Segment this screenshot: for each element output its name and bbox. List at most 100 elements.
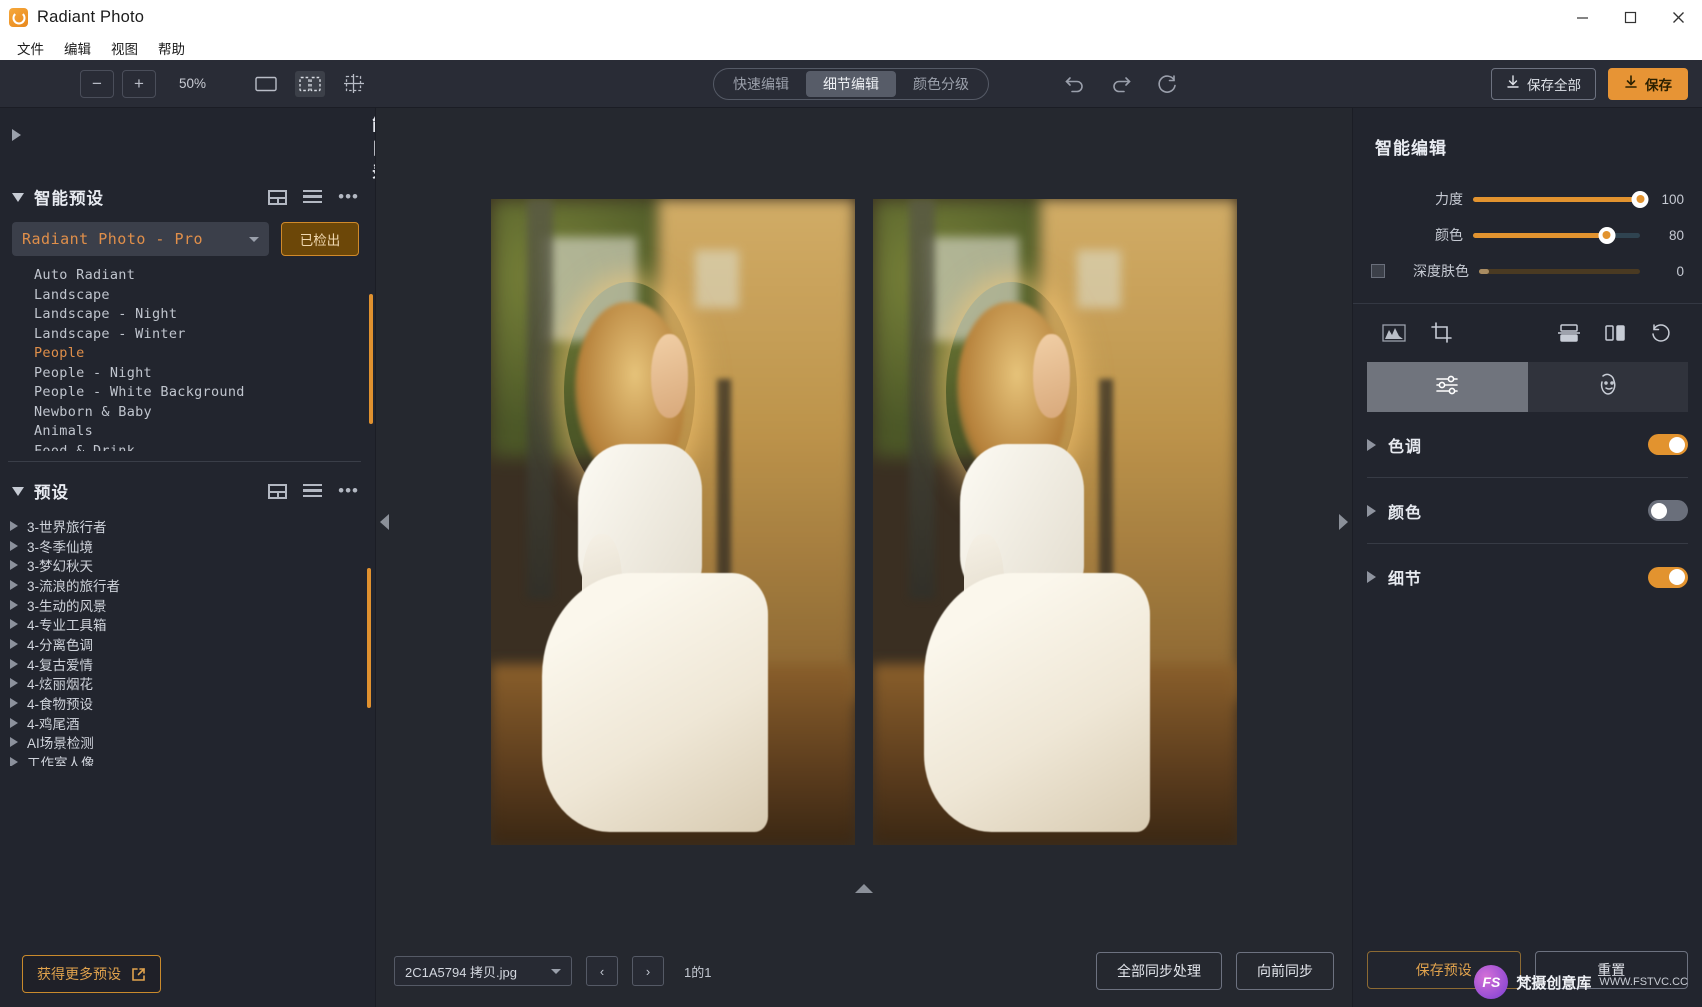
menu-help[interactable]: 帮助: [149, 36, 194, 60]
list-view-icon[interactable]: [303, 189, 323, 205]
menu-file[interactable]: 文件: [8, 36, 53, 60]
portrait-tab[interactable]: [1527, 362, 1688, 412]
histogram-icon[interactable]: [1381, 321, 1407, 345]
toolbar: − + 50% 快速编辑 细节编辑 颜色分级 保存全部 保存: [0, 60, 1702, 108]
tab-color-grading[interactable]: 颜色分级: [896, 71, 986, 97]
list-item[interactable]: Food & Drink: [34, 442, 375, 452]
previous-image-button[interactable]: ‹: [586, 956, 618, 986]
section-detail[interactable]: 细节: [1367, 544, 1688, 610]
grid-view-icon[interactable]: [268, 189, 288, 205]
save-all-button[interactable]: 保存全部: [1491, 67, 1596, 100]
list-item[interactable]: Newborn & Baby: [34, 403, 375, 423]
maximize-button[interactable]: [1606, 0, 1654, 35]
list-item[interactable]: 工作室人像: [10, 752, 375, 766]
tab-detail-edit[interactable]: 细节编辑: [806, 70, 896, 97]
chevron-right-icon: [10, 540, 18, 551]
title-bar: Radiant Photo: [0, 0, 1702, 35]
sync-all-button[interactable]: 全部同步处理: [1096, 952, 1222, 990]
color-toggle[interactable]: [1648, 500, 1688, 521]
zoom-in-button[interactable]: +: [122, 69, 156, 98]
list-item[interactable]: People - White Background: [34, 383, 375, 403]
list-item[interactable]: People - Night: [34, 364, 375, 384]
list-item[interactable]: 3-流浪的旅行者: [10, 575, 375, 595]
list-item[interactable]: 3-梦幻秋天: [10, 555, 375, 575]
undo-icon[interactable]: [1063, 72, 1087, 96]
smart-preset-scrollbar[interactable]: [369, 294, 373, 424]
smart-preset-list[interactable]: Auto Radiant Landscape Landscape - Night…: [0, 266, 375, 451]
main-body: 功能目录 智能预设 ••• Radiant Photo - Pro 已检出: [0, 108, 1702, 1007]
list-item-label: 4-食物预设: [27, 697, 94, 713]
filmstrip-toggle-arrow[interactable]: [855, 884, 873, 893]
zoom-out-button[interactable]: −: [80, 69, 114, 98]
chevron-right-icon: [10, 757, 18, 766]
list-item[interactable]: 3-世界旅行者: [10, 516, 375, 536]
slider-strength[interactable]: [1473, 190, 1649, 208]
slider-deep-skin[interactable]: [1479, 263, 1640, 279]
catalog-section-header[interactable]: 功能目录: [0, 108, 375, 182]
preset-tree-scrollbar[interactable]: [367, 568, 371, 708]
image-canvas[interactable]: [376, 108, 1352, 935]
filename-dropdown[interactable]: 2C1A5794 拷贝.jpg: [394, 956, 572, 986]
more-options-icon[interactable]: •••: [338, 188, 359, 205]
list-item[interactable]: 4-食物预设: [10, 693, 375, 713]
list-item[interactable]: 4-专业工具箱: [10, 614, 375, 634]
list-item[interactable]: 4-炫丽烟花: [10, 674, 375, 694]
menu-view[interactable]: 视图: [102, 36, 147, 60]
section-tone[interactable]: 色调: [1367, 412, 1688, 478]
grid-view-icon[interactable]: [268, 483, 288, 499]
detect-button[interactable]: 已检出: [281, 222, 359, 256]
compare-split-icon[interactable]: [1556, 321, 1582, 345]
list-item[interactable]: Auto Radiant: [34, 266, 375, 286]
list-item[interactable]: Landscape - Winter: [34, 325, 375, 345]
list-item-selected[interactable]: People: [34, 344, 375, 364]
list-item[interactable]: 4-复古爱情: [10, 654, 375, 674]
more-options-icon[interactable]: •••: [338, 482, 359, 499]
single-view-icon[interactable]: [251, 71, 281, 97]
list-item[interactable]: Animals: [34, 422, 375, 442]
menu-edit[interactable]: 编辑: [55, 36, 100, 60]
photo-before[interactable]: [491, 198, 855, 845]
download-icon: [1506, 75, 1520, 92]
crop-view-icon[interactable]: [339, 71, 369, 97]
reset-icon[interactable]: [1155, 72, 1179, 96]
minimize-button[interactable]: [1558, 0, 1606, 35]
watermark-url: WWW.FSTVC.CC: [1599, 976, 1688, 988]
redo-icon[interactable]: [1109, 72, 1133, 96]
profile-dropdown[interactable]: Radiant Photo - Pro: [12, 222, 269, 256]
sync-forward-button[interactable]: 向前同步: [1236, 952, 1334, 990]
preset-tree[interactable]: 3-世界旅行者 3-冬季仙境 3-梦幻秋天 3-流浪的旅行者 3-生动的风景 4…: [0, 516, 375, 766]
split-view-icon[interactable]: [295, 70, 325, 97]
list-item-label: 4-复古爱情: [27, 657, 94, 673]
tone-toggle[interactable]: [1648, 434, 1688, 455]
list-item-label: 3-冬季仙境: [27, 539, 94, 555]
save-button[interactable]: 保存: [1608, 67, 1688, 100]
collapse-left-panel-arrow[interactable]: [380, 513, 389, 530]
list-item[interactable]: 3-冬季仙境: [10, 536, 375, 556]
detail-toggle[interactable]: [1648, 566, 1688, 588]
section-color[interactable]: 颜色: [1367, 478, 1688, 544]
list-view-icon[interactable]: [303, 483, 323, 499]
next-image-button[interactable]: ›: [632, 956, 664, 986]
chevron-right-icon: [10, 619, 18, 630]
list-item[interactable]: 4-分离色调: [10, 634, 375, 654]
slider-row-color: 颜色 80: [1371, 217, 1684, 253]
tab-quick-edit[interactable]: 快速编辑: [716, 71, 806, 97]
list-item[interactable]: 3-生动的风景: [10, 595, 375, 615]
presets-section-header[interactable]: 预设 •••: [0, 476, 375, 506]
list-item[interactable]: Landscape: [34, 286, 375, 306]
get-more-presets-button[interactable]: 获得更多预设: [22, 955, 161, 993]
close-button[interactable]: [1654, 0, 1702, 35]
menu-bar: 文件 编辑 视图 帮助: [0, 35, 1702, 60]
deep-skin-checkbox[interactable]: [1371, 264, 1385, 278]
list-item[interactable]: AI场景检测: [10, 733, 375, 753]
smart-presets-section-header[interactable]: 智能预设 •••: [0, 182, 375, 212]
list-item[interactable]: Landscape - Night: [34, 305, 375, 325]
compare-side-icon[interactable]: [1602, 321, 1628, 345]
slider-color[interactable]: [1473, 226, 1640, 244]
collapse-right-panel-arrow[interactable]: [1339, 513, 1348, 530]
adjustments-tab[interactable]: [1367, 362, 1528, 412]
list-item[interactable]: 4-鸡尾酒: [10, 713, 375, 733]
crop-icon[interactable]: [1429, 321, 1455, 345]
photo-after[interactable]: [873, 198, 1237, 845]
rotate-icon[interactable]: [1648, 321, 1674, 345]
